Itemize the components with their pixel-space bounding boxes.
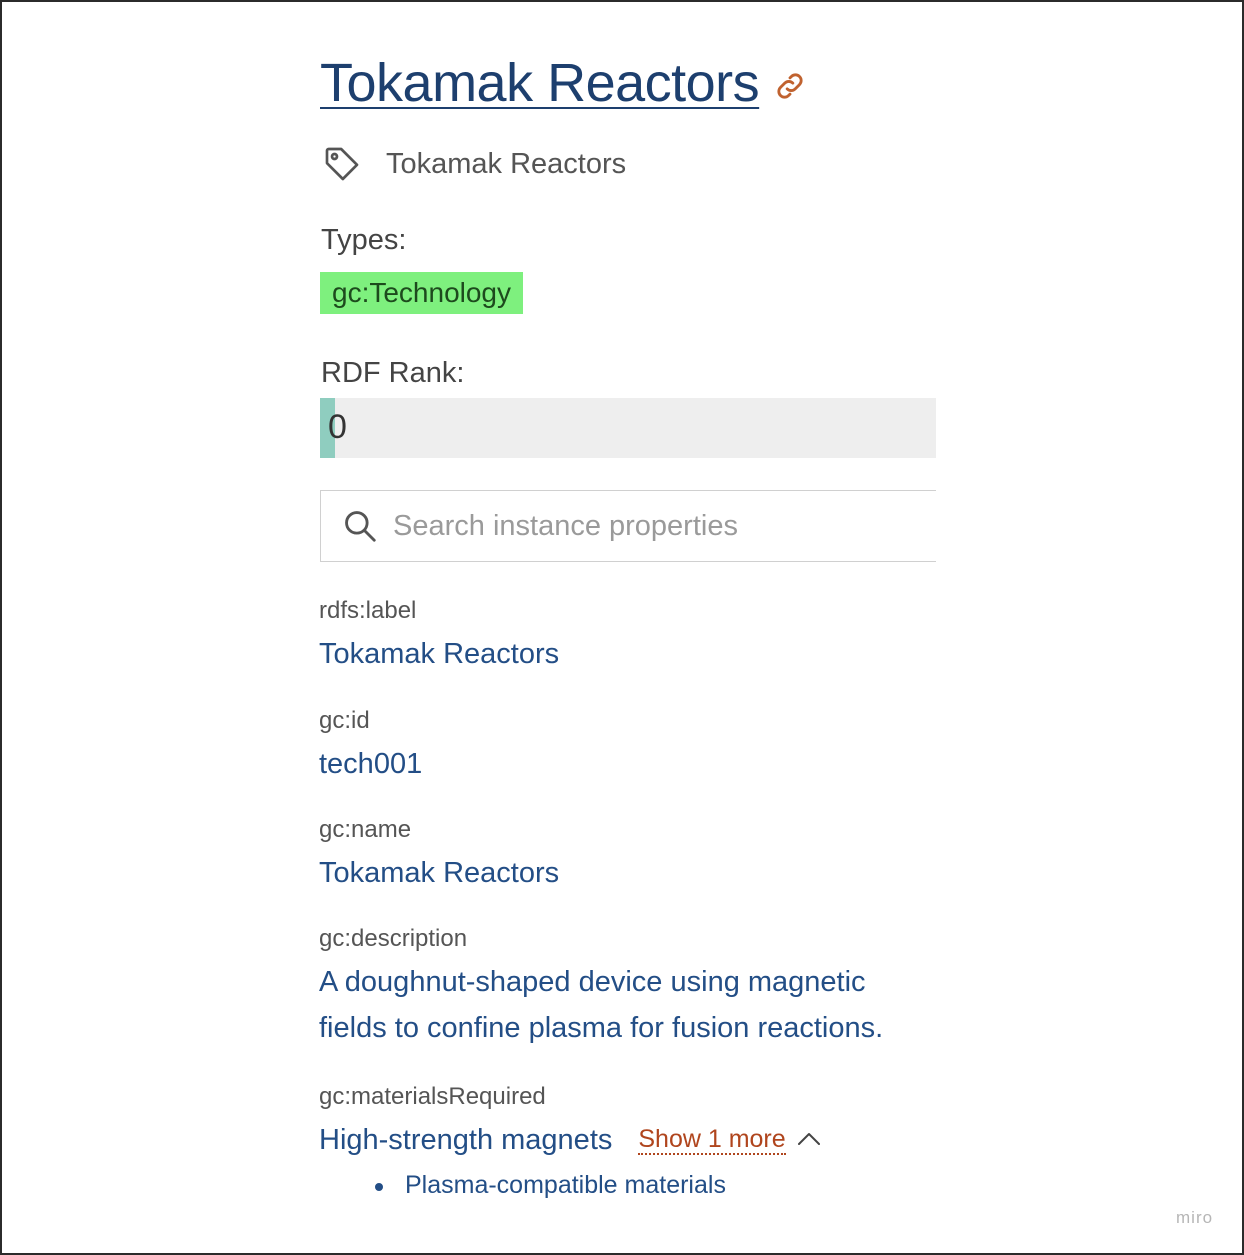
property-search-box[interactable] <box>320 490 936 562</box>
instance-title-link[interactable]: Tokamak Reactors <box>320 52 760 114</box>
property-gc-name: gc:name Tokamak Reactors <box>319 816 559 896</box>
property-rdfs-label: rdfs:label Tokamak Reactors <box>319 597 559 677</box>
property-value[interactable]: tech001 <box>319 741 422 787</box>
more-values-list: Plasma-compatible materials <box>319 1171 822 1200</box>
instance-label-row: Tokamak Reactors <box>322 144 626 184</box>
property-gc-description: gc:description A doughnut-shaped device … <box>319 925 939 1051</box>
property-key: gc:id <box>319 707 370 734</box>
property-key: rdfs:label <box>319 597 417 624</box>
type-badge[interactable]: gc:Technology <box>320 272 524 314</box>
tag-icon <box>325 147 359 181</box>
miro-watermark: miro <box>1176 1208 1214 1227</box>
rdf-rank-bar: 0 <box>320 398 936 458</box>
property-value[interactable]: A doughnut-shaped device using magnetic … <box>319 959 939 1051</box>
property-value[interactable]: Tokamak Reactors <box>319 631 559 677</box>
types-heading: Types: <box>321 224 407 256</box>
link-icon[interactable] <box>773 69 807 103</box>
property-search-input[interactable] <box>391 508 915 544</box>
property-gc-materials-required: gc:materialsRequired High-strength magne… <box>319 1083 822 1200</box>
property-value[interactable]: Tokamak Reactors <box>319 850 559 896</box>
property-key: gc:name <box>319 816 412 843</box>
instance-label: Tokamak Reactors <box>386 147 627 180</box>
rdf-rank-value: 0 <box>328 408 347 446</box>
property-value[interactable]: High-strength magnets <box>319 1117 612 1163</box>
property-key: gc:materialsRequired <box>319 1083 546 1110</box>
show-more-link[interactable]: Show 1 more <box>638 1125 786 1155</box>
list-item[interactable]: Plasma-compatible materials <box>375 1171 822 1200</box>
property-gc-id: gc:id tech001 <box>319 707 422 787</box>
title-row: Tokamak Reactors <box>320 52 807 114</box>
bullet-icon <box>375 1183 383 1191</box>
chevron-up-icon[interactable] <box>796 1129 822 1149</box>
rdf-rank-heading: RDF Rank: <box>321 357 465 389</box>
more-value: Plasma-compatible materials <box>405 1171 726 1199</box>
property-value-row: High-strength magnets Show 1 more <box>319 1111 822 1163</box>
property-key: gc:description <box>319 925 468 952</box>
instance-view-panel: Tokamak Reactors Tokamak Reactors Types:… <box>0 0 1244 1255</box>
search-icon <box>345 511 376 542</box>
